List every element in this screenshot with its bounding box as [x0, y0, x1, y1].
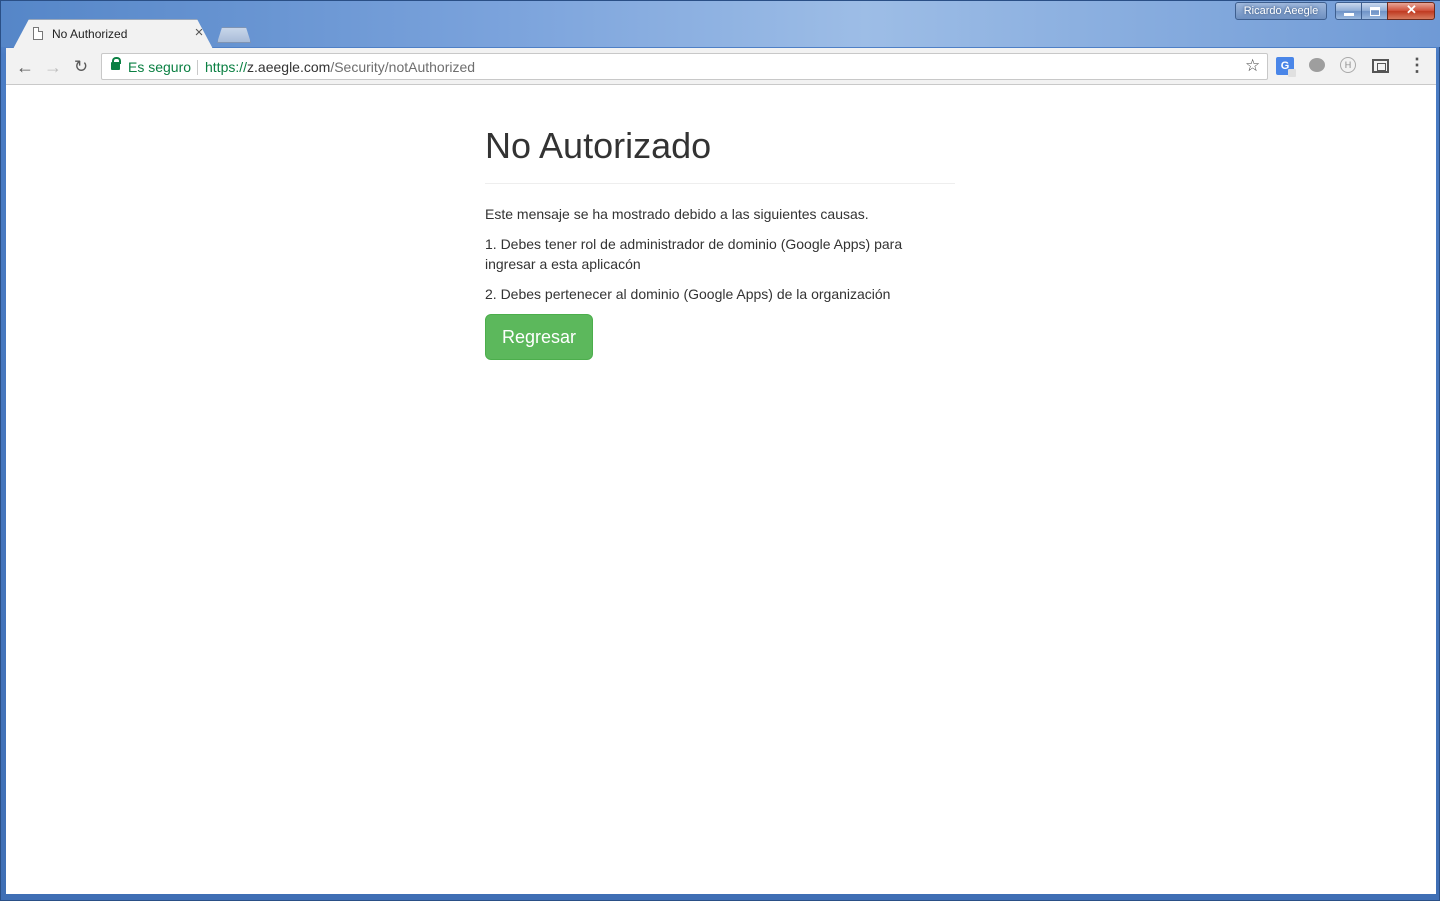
- browser-toolbar: ← → ↻ Es seguro https://z.aeegle.com/Sec…: [6, 48, 1436, 85]
- minimize-button[interactable]: [1335, 2, 1362, 20]
- url-path: /Security/notAuthorized: [330, 59, 476, 75]
- page-icon: [33, 27, 43, 40]
- page-title: No Autorizado: [485, 125, 712, 166]
- translate-extension-icon[interactable]: G: [1276, 57, 1296, 77]
- minimize-icon: [1343, 8, 1354, 16]
- intro-text: Este mensaje se ha mostrado debido a las…: [485, 206, 869, 222]
- close-window-button[interactable]: ✕: [1387, 2, 1435, 20]
- omnibox-separator: [197, 60, 198, 75]
- tab-title: No Authorized: [52, 27, 128, 41]
- maximize-icon: [1369, 7, 1380, 16]
- hex-extension-icon[interactable]: H: [1340, 57, 1356, 73]
- reason-1-text: 1. Debes tener rol de administrador de d…: [485, 236, 903, 272]
- url-host: z.aeegle.com: [247, 59, 331, 75]
- browser-window: Ricardo Aeegle ✕ No Authorized × ← → ↻ E…: [0, 0, 1440, 901]
- title-divider: [485, 183, 955, 184]
- reason-2-text: 2. Debes pertenecer al dominio (Google A…: [485, 286, 891, 302]
- tab-close-icon[interactable]: ×: [191, 24, 207, 41]
- tab-content: No Authorized ×: [19, 20, 215, 49]
- back-button[interactable]: Regresar: [485, 314, 593, 360]
- address-bar[interactable]: Es seguro https://z.aeegle.com/Security/…: [101, 53, 1268, 80]
- url-scheme: https://: [205, 59, 248, 75]
- title-bar: [1, 1, 1440, 47]
- security-indicator[interactable]: Es seguro: [128, 59, 191, 75]
- back-arrow-icon[interactable]: ←: [14, 56, 36, 78]
- page-viewport: No Autorizado Este mensaje se ha mostrad…: [6, 85, 1436, 894]
- close-icon: ✕: [1406, 2, 1417, 17]
- reload-icon[interactable]: ↻: [70, 56, 92, 78]
- bookmark-star-icon[interactable]: ☆: [1245, 56, 1260, 76]
- cast-icon[interactable]: [1372, 59, 1389, 73]
- chat-extension-icon[interactable]: [1309, 58, 1325, 72]
- profile-button[interactable]: Ricardo Aeegle: [1235, 2, 1327, 20]
- menu-kebab-icon[interactable]: ⋮: [1408, 56, 1426, 76]
- new-tab-button[interactable]: [217, 27, 251, 43]
- lock-icon[interactable]: [111, 57, 121, 70]
- maximize-button[interactable]: [1361, 2, 1388, 20]
- url-text[interactable]: https://z.aeegle.com/Security/notAuthori…: [205, 59, 475, 75]
- forward-arrow-icon[interactable]: →: [42, 56, 64, 78]
